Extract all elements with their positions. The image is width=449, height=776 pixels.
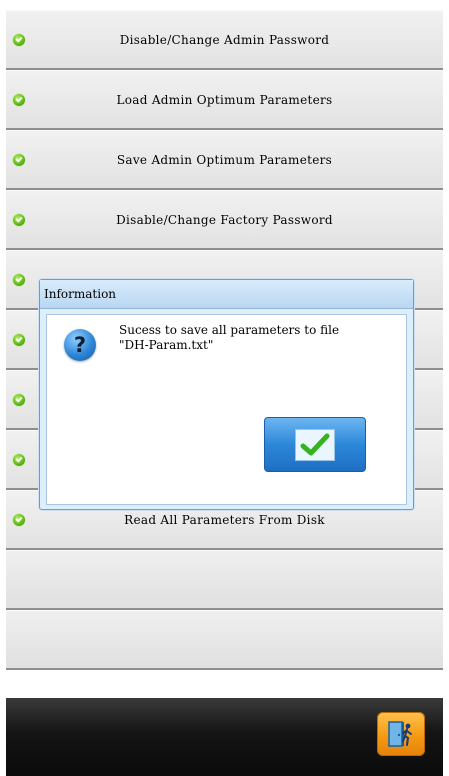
dialog-message: Sucess to save all parameters to file "D…	[119, 323, 340, 352]
status-ok-icon	[13, 453, 25, 466]
status-ok-icon	[13, 513, 25, 526]
menu-item-label: Read All Parameters From Disk	[124, 512, 325, 527]
menu-item-label: Save Admin Optimum Parameters	[116, 152, 333, 167]
information-dialog: Information ? Sucess to save all paramet…	[39, 279, 414, 510]
menu-item-label: Load Admin Optimum Parameters	[116, 92, 333, 107]
bottom-toolbar	[6, 698, 443, 776]
status-ok-icon	[13, 333, 25, 346]
status-ok-icon	[13, 273, 25, 286]
question-icon: ?	[64, 329, 96, 361]
status-ok-icon	[13, 93, 25, 106]
menu-item-label: Disable/Change Factory Password	[116, 212, 333, 227]
menu-item-disable-change-factory-password[interactable]: Disable/Change Factory Password	[6, 190, 443, 250]
menu-item-empty	[6, 550, 443, 610]
status-ok-icon	[13, 213, 25, 226]
exit-button[interactable]	[377, 712, 425, 756]
status-ok-icon	[13, 33, 25, 46]
checkmark-icon	[300, 433, 330, 455]
exit-door-icon	[388, 721, 412, 747]
ok-button-face	[295, 428, 335, 461]
menu-item-save-admin-optimum-parameters[interactable]: Save Admin Optimum Parameters	[6, 130, 443, 190]
status-ok-icon	[13, 393, 25, 406]
ok-button[interactable]	[264, 417, 366, 472]
dialog-body: ? Sucess to save all parameters to file …	[46, 314, 407, 505]
menu-item-disable-change-admin-password[interactable]: Disable/Change Admin Password	[6, 10, 443, 70]
menu-item-label: Disable/Change Admin Password	[119, 32, 330, 47]
dialog-title: Information	[40, 280, 413, 309]
menu-item-empty	[6, 610, 443, 670]
menu-item-load-admin-optimum-parameters[interactable]: Load Admin Optimum Parameters	[6, 70, 443, 130]
status-ok-icon	[13, 153, 25, 166]
